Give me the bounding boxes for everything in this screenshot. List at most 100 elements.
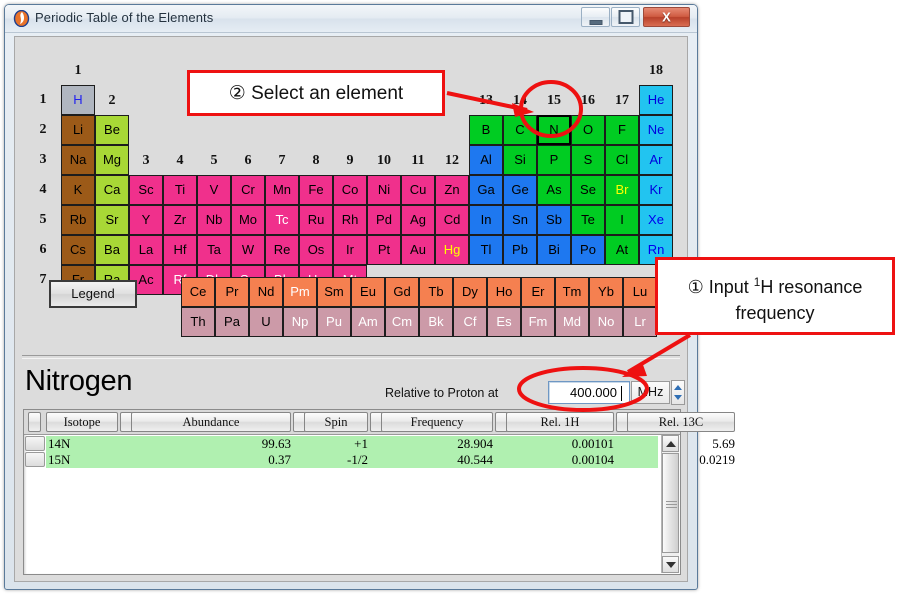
element-cell-O[interactable]: O (571, 115, 605, 145)
element-cell-Ir[interactable]: Ir (333, 235, 367, 265)
element-cell-Mo[interactable]: Mo (231, 205, 265, 235)
element-cell-Se[interactable]: Se (571, 175, 605, 205)
element-cell-Au[interactable]: Au (401, 235, 435, 265)
element-cell-Sb[interactable]: Sb (537, 205, 571, 235)
element-cell-S[interactable]: S (571, 145, 605, 175)
element-cell-Dy[interactable]: Dy (453, 277, 487, 307)
element-cell-Eu[interactable]: Eu (351, 277, 385, 307)
column-header-rel-13c[interactable]: Rel. 13C (627, 412, 735, 432)
table-row[interactable]: 14N 99.63 +1 28.904 0.00101 5.69 (46, 436, 735, 452)
element-cell-Ru[interactable]: Ru (299, 205, 333, 235)
element-cell-Cm[interactable]: Cm (385, 307, 419, 337)
element-cell-F[interactable]: F (605, 115, 639, 145)
frequency-input[interactable]: 400.000 (548, 381, 630, 404)
spinner-up-icon[interactable] (674, 385, 682, 390)
column-header-isotope[interactable]: Isotope (46, 412, 118, 432)
element-cell-Y[interactable]: Y (129, 205, 163, 235)
element-cell-Na[interactable]: Na (61, 145, 95, 175)
element-cell-N[interactable]: N (537, 115, 571, 145)
legend-button[interactable]: Legend (49, 280, 137, 308)
element-cell-Ti[interactable]: Ti (163, 175, 197, 205)
element-cell-Mn[interactable]: Mn (265, 175, 299, 205)
element-cell-As[interactable]: As (537, 175, 571, 205)
element-cell-Lr[interactable]: Lr (623, 307, 657, 337)
element-cell-Be[interactable]: Be (95, 115, 129, 145)
element-cell-V[interactable]: V (197, 175, 231, 205)
element-cell-Sc[interactable]: Sc (129, 175, 163, 205)
element-cell-Te[interactable]: Te (571, 205, 605, 235)
element-cell-Ba[interactable]: Ba (95, 235, 129, 265)
element-cell-Tb[interactable]: Tb (419, 277, 453, 307)
element-cell-Ag[interactable]: Ag (401, 205, 435, 235)
element-cell-Sm[interactable]: Sm (317, 277, 351, 307)
element-cell-Cs[interactable]: Cs (61, 235, 95, 265)
element-cell-Zn[interactable]: Zn (435, 175, 469, 205)
column-resize-handle[interactable] (28, 412, 41, 432)
element-cell-Re[interactable]: Re (265, 235, 299, 265)
element-cell-B[interactable]: B (469, 115, 503, 145)
element-cell-I[interactable]: I (605, 205, 639, 235)
column-header-rel-1h[interactable]: Rel. 1H (506, 412, 614, 432)
element-cell-La[interactable]: La (129, 235, 163, 265)
table-row[interactable]: 15N 0.37 -1/2 40.544 0.00104 0.0219 (46, 452, 735, 468)
element-cell-Pm[interactable]: Pm (283, 277, 317, 307)
element-cell-Ge[interactable]: Ge (503, 175, 537, 205)
element-cell-Mg[interactable]: Mg (95, 145, 129, 175)
row-selector[interactable] (25, 436, 45, 451)
element-cell-Xe[interactable]: Xe (639, 205, 673, 235)
element-cell-Pt[interactable]: Pt (367, 235, 401, 265)
element-cell-Fm[interactable]: Fm (521, 307, 555, 337)
element-cell-Am[interactable]: Am (351, 307, 385, 337)
element-cell-Tl[interactable]: Tl (469, 235, 503, 265)
element-cell-Lu[interactable]: Lu (623, 277, 657, 307)
element-cell-In[interactable]: In (469, 205, 503, 235)
element-cell-W[interactable]: W (231, 235, 265, 265)
element-cell-Rh[interactable]: Rh (333, 205, 367, 235)
element-cell-Si[interactable]: Si (503, 145, 537, 175)
element-cell-Co[interactable]: Co (333, 175, 367, 205)
element-cell-He[interactable]: He (639, 85, 673, 115)
element-cell-U[interactable]: U (249, 307, 283, 337)
frequency-spinner[interactable] (671, 380, 685, 405)
element-cell-Np[interactable]: Np (283, 307, 317, 337)
element-cell-Fe[interactable]: Fe (299, 175, 333, 205)
element-cell-Tc[interactable]: Tc (265, 205, 299, 235)
element-cell-Ho[interactable]: Ho (487, 277, 521, 307)
column-header-frequency[interactable]: Frequency (381, 412, 493, 432)
element-cell-Ga[interactable]: Ga (469, 175, 503, 205)
element-cell-Sr[interactable]: Sr (95, 205, 129, 235)
element-cell-Br[interactable]: Br (605, 175, 639, 205)
element-cell-Ce[interactable]: Ce (181, 277, 215, 307)
scroll-up-button[interactable] (662, 435, 679, 452)
element-cell-At[interactable]: At (605, 235, 639, 265)
scrollbar-thumb[interactable] (662, 453, 679, 553)
element-cell-Md[interactable]: Md (555, 307, 589, 337)
element-cell-Nd[interactable]: Nd (249, 277, 283, 307)
element-cell-Sn[interactable]: Sn (503, 205, 537, 235)
element-cell-Ni[interactable]: Ni (367, 175, 401, 205)
element-cell-H[interactable]: H (61, 85, 95, 115)
element-cell-Al[interactable]: Al (469, 145, 503, 175)
element-cell-Cl[interactable]: Cl (605, 145, 639, 175)
element-cell-K[interactable]: K (61, 175, 95, 205)
element-cell-Po[interactable]: Po (571, 235, 605, 265)
element-cell-Yb[interactable]: Yb (589, 277, 623, 307)
isotope-table-scrollbar[interactable] (661, 435, 679, 573)
element-cell-Es[interactable]: Es (487, 307, 521, 337)
element-cell-Pr[interactable]: Pr (215, 277, 249, 307)
element-cell-P[interactable]: P (537, 145, 571, 175)
column-header-abundance[interactable]: Abundance (131, 412, 291, 432)
scroll-down-button[interactable] (662, 556, 679, 573)
element-cell-Cd[interactable]: Cd (435, 205, 469, 235)
element-cell-Nb[interactable]: Nb (197, 205, 231, 235)
element-cell-Pb[interactable]: Pb (503, 235, 537, 265)
element-cell-Cf[interactable]: Cf (453, 307, 487, 337)
element-cell-Ar[interactable]: Ar (639, 145, 673, 175)
maximize-button[interactable] (611, 7, 640, 27)
element-cell-Pd[interactable]: Pd (367, 205, 401, 235)
minimize-button[interactable] (581, 7, 610, 27)
element-cell-Th[interactable]: Th (181, 307, 215, 337)
close-button[interactable]: X (643, 7, 690, 27)
element-cell-Bk[interactable]: Bk (419, 307, 453, 337)
element-cell-C[interactable]: C (503, 115, 537, 145)
